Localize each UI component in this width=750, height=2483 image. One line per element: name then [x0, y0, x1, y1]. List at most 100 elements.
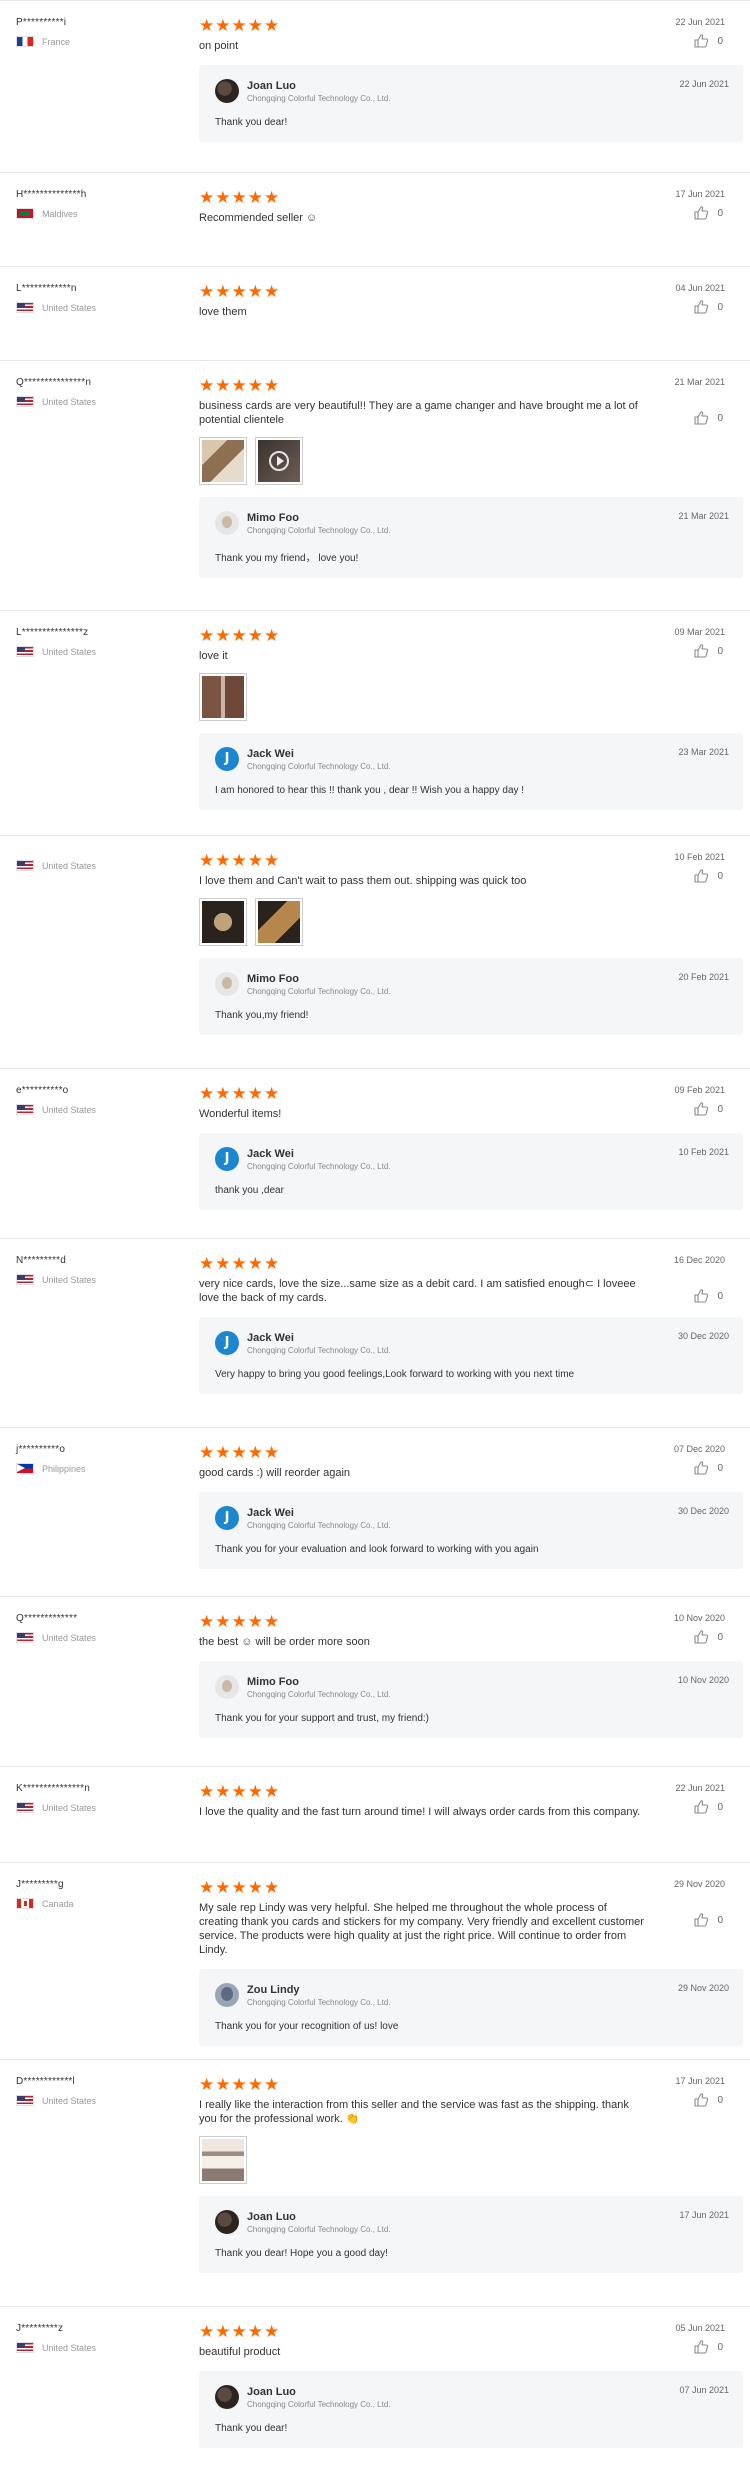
helpful-count: 0: [717, 1631, 723, 1643]
seller-name: Jack Wei: [247, 1331, 294, 1344]
helpful-button[interactable]: 0: [693, 33, 723, 49]
helpful-button[interactable]: 0: [693, 643, 723, 659]
star-icon: ★: [215, 282, 231, 301]
star-rating: ★ ★ ★ ★ ★: [199, 852, 743, 869]
helpful-button[interactable]: 0: [693, 1799, 723, 1815]
star-icon: ★: [247, 851, 263, 870]
country-name: United States: [42, 2342, 97, 2353]
seller-name: Joan Luo: [247, 2210, 296, 2223]
flag-fr-icon: [16, 36, 34, 47]
helpful-count: 0: [717, 1462, 723, 1474]
avatar: [215, 1147, 239, 1171]
review-item: e**********o United States ★ ★ ★ ★ ★ 09 Feb 202…: [0, 1068, 750, 1238]
flag-us-icon: [16, 302, 34, 313]
seller-name: Jack Wei: [247, 1147, 294, 1160]
buyer-name: K***************n: [16, 1783, 91, 1794]
helpful-button[interactable]: 0: [693, 1912, 723, 1928]
seller-reply: Mimo Foo Chongqing Colorful Technology Co…: [199, 1661, 743, 1738]
reply-date: 21 Mar 2021: [678, 511, 729, 521]
seller-reply: Joan Luo Chongqing Colorful Technology Co…: [199, 2371, 743, 2448]
reply-text: Thank you for your support and trust, my…: [215, 1713, 429, 1724]
review-text: love it: [199, 650, 228, 662]
review-content: ★★★★★09 Mar 2021love it0Jack WeiChongqin…: [199, 627, 743, 810]
seller-reply: Jack WeiChongqing Colorful Technology Co…: [199, 1492, 743, 1569]
review-content: ★ ★ ★ ★ ★ 04 Jun 2021 love them 0: [199, 283, 743, 319]
star-icon: ★: [264, 188, 280, 207]
seller-company: Chongqing Colorful Technology Co., Ltd.: [247, 1520, 391, 1530]
review-text: on point: [199, 40, 239, 52]
star-icon: ★: [231, 851, 247, 870]
helpful-button[interactable]: 0: [693, 410, 723, 426]
star-icon: ★: [215, 1254, 231, 1273]
star-icon: ★: [264, 1443, 280, 1462]
star-icon: ★: [215, 16, 231, 35]
review-photo[interactable]: [199, 898, 247, 946]
buyer-name: N*********d: [16, 1255, 67, 1266]
buyer-name: Q*************: [16, 1613, 78, 1624]
helpful-count: 0: [717, 645, 723, 657]
country-name: United States: [42, 646, 97, 657]
buyer-info: H**************h Maldives: [16, 189, 186, 219]
buyer-country: United States: [16, 2095, 186, 2106]
country-name: United States: [42, 1104, 97, 1115]
buyer-country: United States: [16, 860, 186, 871]
buyer-info: D************l United States: [16, 2076, 186, 2106]
helpful-button[interactable]: 0: [693, 205, 723, 221]
helpful-button[interactable]: 0: [693, 1460, 723, 1476]
reply-date: 07 Jun 2021: [679, 2385, 729, 2395]
thumbs-up-icon: [694, 2093, 709, 2107]
star-icon: ★: [247, 2075, 263, 2094]
review-photo[interactable]: [199, 437, 247, 485]
thumbs-up-icon: [694, 1800, 709, 1814]
helpful-button[interactable]: 0: [693, 2339, 723, 2355]
reply-date: 10 Nov 2020: [677, 1675, 729, 1685]
helpful-button[interactable]: 0: [693, 1101, 723, 1117]
star-icon: ★: [231, 188, 247, 207]
star-icon: ★: [199, 1443, 215, 1462]
star-rating: ★ ★ ★ ★ ★: [199, 2076, 743, 2093]
helpful-button[interactable]: 0: [693, 299, 723, 315]
buyer-info: K***************n United States: [16, 1783, 186, 1813]
star-icon: ★: [247, 1612, 263, 1631]
review-photo[interactable]: [255, 898, 303, 946]
country-name: United States: [42, 1274, 97, 1285]
flag-ph-icon: [16, 1463, 34, 1474]
buyer-info: Q************* United States: [16, 1613, 186, 1643]
buyer-info: N*********d United States: [16, 1255, 186, 1285]
helpful-button[interactable]: 0: [693, 868, 723, 884]
seller-name: Mimo Foo: [247, 511, 299, 524]
helpful-count: 0: [717, 35, 723, 47]
review-item: D************l United States ★ ★ ★ ★ ★ 17 Jun 2…: [0, 2059, 750, 2306]
flag-us-icon: [16, 1104, 34, 1115]
helpful-button[interactable]: 0: [693, 1288, 723, 1304]
review-date: 22 Jun 2021: [675, 17, 725, 27]
star-rating: ★ ★ ★ ★ ★: [199, 2323, 743, 2340]
review-photo[interactable]: [199, 2136, 247, 2184]
review-item: Q***************n United States ★ ★ ★ ★ ★ 21 Ma…: [0, 360, 750, 610]
review-photo[interactable]: [199, 673, 247, 721]
country-name: United States: [42, 302, 97, 313]
star-rating: ★ ★ ★ ★ ★: [199, 17, 743, 34]
reply-text: Thank you dear!: [215, 2423, 288, 2434]
review-text: business cards are very beautiful!! They…: [199, 400, 638, 426]
buyer-country: United States: [16, 302, 186, 313]
seller-name: Jack Wei: [247, 747, 294, 760]
helpful-button[interactable]: 0: [693, 1629, 723, 1645]
star-icon: ★: [231, 1782, 247, 1801]
review-content: ★ ★ ★ ★ ★ 17 Jun 2021 Recommended seller ☺ 0: [199, 189, 743, 225]
helpful-button[interactable]: 0: [693, 2092, 723, 2108]
flag-us-icon: [16, 396, 34, 407]
buyer-info: Q***************n United States: [16, 377, 186, 407]
avatar: [215, 2385, 239, 2409]
review-video-thumbnail[interactable]: [255, 437, 303, 485]
seller-reply: Jack WeiChongqing Colorful Technology Co…: [199, 733, 743, 810]
star-icon: ★: [247, 16, 263, 35]
review-item: H**************h Maldives ★ ★ ★ ★ ★ 17 Jun 2021…: [0, 172, 750, 266]
review-content: ★ ★ ★ ★ ★ 22 Jun 2021 I love the quality and t…: [199, 1783, 743, 1819]
star-icon: ★: [247, 1254, 263, 1273]
reply-text: Thank you for your evaluation and look f…: [215, 1544, 539, 1555]
reply-date: 20 Feb 2021: [678, 972, 729, 982]
flag-us-icon: [16, 1274, 34, 1285]
reply-date: 30 Dec 2020: [677, 1506, 729, 1516]
star-icon: ★: [264, 282, 280, 301]
